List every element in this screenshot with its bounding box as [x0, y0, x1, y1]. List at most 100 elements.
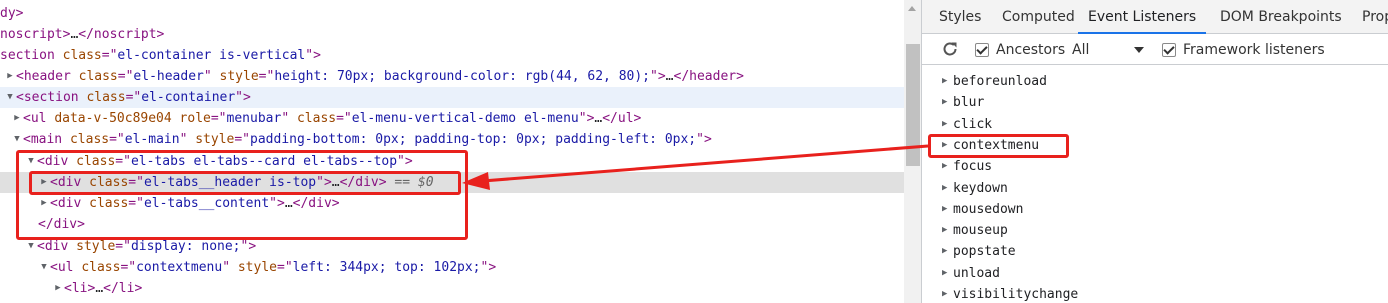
dom-token-tag: </header>	[673, 69, 744, 84]
listener-item-visibilitychange[interactable]: ▶ visibilitychange	[922, 284, 1388, 303]
listener-item-keydown[interactable]: ▶ keydown	[922, 178, 1388, 199]
dom-token-tag: "	[281, 111, 297, 126]
dom-line-ul-contextmenu[interactable]: ▼ <ul class="contextmenu" style="left: 34…	[0, 257, 904, 278]
dom-token-attr-name: class	[62, 48, 102, 63]
dom-token-text: …	[665, 69, 674, 84]
expanded-triangle-icon[interactable]: ▼	[11, 129, 23, 150]
dom-token-attr-name: class	[78, 69, 118, 84]
listener-filter-select[interactable]: All	[1072, 41, 1089, 59]
collapsed-triangle-icon[interactable]: ▶	[11, 108, 23, 129]
dom-token-tag: </li>	[103, 281, 143, 296]
listener-name: keydown	[953, 180, 1008, 196]
dom-token-attr-name: style	[237, 260, 277, 275]
expand-triangle-icon[interactable]: ▶	[942, 263, 947, 284]
listener-item-blur[interactable]: ▶ blur	[922, 92, 1388, 113]
collapsed-triangle-icon[interactable]: ▶	[4, 66, 16, 87]
dom-token-tag: ="	[109, 132, 125, 147]
chevron-down-icon[interactable]	[1134, 47, 1144, 53]
event-listeners-toolbar: Ancestors All Framework listeners	[922, 35, 1388, 65]
refresh-icon[interactable]	[941, 40, 959, 58]
dom-token-attr-name: style	[195, 132, 235, 147]
expand-triangle-icon[interactable]: ▶	[942, 71, 947, 92]
sidebar-tab-bar: Styles Computed Event Listeners DOM Brea…	[922, 0, 1388, 34]
dom-token-attr-val: padding-bottom: 0px; padding-top: 0px; p…	[250, 132, 697, 147]
dom-token-attr-val: el-menu-vertical-demo el-menu	[351, 111, 579, 126]
listener-name: mousedown	[953, 201, 1024, 217]
dom-line-header[interactable]: ▶ <header class="el-header" style="height…	[0, 66, 904, 87]
expanded-triangle-icon[interactable]: ▼	[4, 87, 16, 108]
collapsed-triangle-icon[interactable]: ▶	[52, 278, 64, 299]
listener-item-click[interactable]: ▶ click	[922, 114, 1388, 135]
dom-token-tag: dy>	[0, 6, 24, 21]
expand-triangle-icon[interactable]: ▶	[942, 284, 947, 303]
dom-token-tag: <header	[16, 69, 79, 84]
dom-token-tag: <li>	[64, 281, 96, 296]
dom-token-tag: ">	[305, 48, 321, 63]
expand-triangle-icon[interactable]: ▶	[942, 241, 947, 262]
elements-scroll-thumb[interactable]	[906, 44, 920, 166]
dom-line-section-vertical[interactable]: section class="el-container is-vertical"…	[0, 45, 904, 66]
scroll-up-arrow-icon[interactable]	[908, 6, 916, 11]
dom-token-tag: <ul	[50, 260, 82, 275]
expand-triangle-icon[interactable]: ▶	[942, 220, 947, 241]
listener-name: focus	[953, 159, 993, 175]
framework-listeners-checkbox[interactable]	[1162, 43, 1176, 57]
dom-token-attr-val: el-container	[141, 90, 236, 105]
dom-token-tag: ="	[120, 260, 137, 275]
expand-triangle-icon[interactable]: ▶	[942, 156, 947, 177]
listener-name: blur	[953, 95, 985, 111]
listener-item-unload[interactable]: ▶ unload	[922, 263, 1388, 284]
expand-triangle-icon[interactable]: ▶	[942, 199, 947, 220]
listener-item-popstate[interactable]: ▶ popstate	[922, 241, 1388, 262]
tab-computed[interactable]: Computed	[1002, 0, 1075, 34]
tab-event-listeners[interactable]: Event Listeners	[1078, 0, 1207, 34]
dom-token-tag: ="	[277, 260, 293, 275]
expanded-triangle-icon[interactable]: ▼	[38, 257, 50, 278]
dom-token-attr-val: menubar	[226, 111, 282, 126]
expand-triangle-icon[interactable]: ▶	[942, 114, 947, 135]
listener-item-focus[interactable]: ▶ focus	[922, 156, 1388, 177]
dom-token-attr-val: contextmenu	[136, 260, 223, 275]
dom-line-main[interactable]: ▼ <main class="el-main" style="padding-bo…	[0, 129, 904, 150]
dom-token-text: …	[95, 281, 104, 296]
dom-token-attr-val: left: 344px; top: 102px;	[292, 260, 481, 275]
dom-line-ul-menu[interactable]: ▶ <ul data-v-50c89e04 role="menubar" clas…	[0, 108, 904, 129]
dom-line-body[interactable]: dy>	[0, 3, 904, 24]
dom-token-attr-val: el-header	[133, 69, 204, 84]
expand-triangle-icon[interactable]: ▶	[942, 92, 947, 113]
listener-item-mouseup[interactable]: ▶ mouseup	[922, 220, 1388, 241]
dom-token-attr-val: el-container is-vertical	[117, 48, 306, 63]
ancestors-checkbox[interactable]	[975, 43, 989, 57]
dom-line-li[interactable]: ▶ <li>…</li>	[0, 278, 904, 299]
listener-name: visibilitychange	[953, 287, 1079, 302]
dom-line-noscript[interactable]: noscript>…</noscript>	[0, 24, 904, 45]
dom-token-tag: <main	[23, 132, 70, 147]
dom-token-tag: </ul>	[602, 111, 642, 126]
dom-token-tag: ="	[101, 48, 118, 63]
listener-name: beforeunload	[953, 74, 1047, 89]
dom-token-tag: ">	[235, 90, 251, 105]
dom-token-tag: noscript>	[0, 27, 71, 42]
dom-token-tag: ="	[258, 69, 275, 84]
dom-token-attr-name: style	[219, 69, 259, 84]
dom-token-tag: ">	[578, 111, 595, 126]
dom-token-tag: ="	[115, 239, 131, 254]
annotation-box-tabs-div	[16, 150, 468, 240]
dom-token-tag: "	[179, 132, 196, 147]
tab-properties[interactable]: Prop	[1362, 0, 1388, 34]
dom-token-attr-name: style	[76, 239, 116, 254]
dom-token-tag: <section	[16, 90, 87, 105]
listener-name: unload	[953, 265, 1000, 281]
listener-name: mouseup	[953, 223, 1008, 239]
tab-styles[interactable]: Styles	[939, 0, 981, 34]
listener-item-mousedown[interactable]: ▶ mousedown	[922, 199, 1388, 220]
listener-name: click	[953, 116, 993, 132]
annotation-box-header-div	[29, 171, 461, 195]
dom-token-attr-name: data-v-50c89e04 role	[54, 111, 211, 126]
tab-dom-breakpoints[interactable]: DOM Breakpoints	[1220, 0, 1342, 34]
listener-item-beforeunload[interactable]: ▶ beforeunload	[922, 71, 1388, 92]
dom-line-section-container[interactable]: ▼ <section class="el-container">	[0, 87, 904, 108]
listener-name: popstate	[953, 244, 1016, 260]
expand-triangle-icon[interactable]: ▶	[942, 178, 947, 199]
framework-listeners-label: Framework listeners	[1183, 42, 1325, 58]
